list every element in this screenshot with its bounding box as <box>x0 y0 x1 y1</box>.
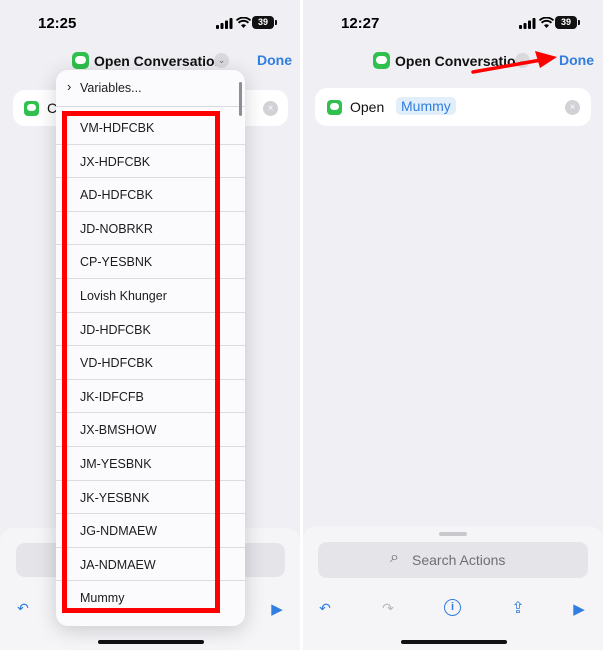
contact-item[interactable]: JG-NDMAEW <box>56 514 245 548</box>
home-indicator <box>401 640 507 644</box>
contact-item[interactable]: JX-BMSHOW <box>56 413 245 447</box>
contact-item[interactable]: JA-NDMAEW <box>56 548 245 582</box>
open-conversation-action[interactable]: Open Mummy × <box>315 88 591 126</box>
contact-item[interactable]: Mummy <box>56 581 245 615</box>
home-indicator <box>98 640 204 644</box>
contact-item[interactable]: JM-YESBNK <box>56 447 245 481</box>
clear-icon[interactable]: × <box>565 100 580 115</box>
status-time: 12:27 <box>341 15 380 32</box>
status-time: 12:25 <box>38 15 77 32</box>
info-icon[interactable]: i <box>444 599 461 616</box>
play-icon[interactable]: ▶ <box>570 600 588 618</box>
contact-item[interactable]: JK-YESBNK <box>56 481 245 515</box>
clear-icon[interactable]: × <box>263 101 278 116</box>
done-button[interactable]: Done <box>559 52 594 68</box>
contact-item[interactable]: VM-HDFCBK <box>56 111 245 145</box>
variables-row[interactable]: › Variables... <box>56 70 245 107</box>
title-chevron-icon[interactable]: ⌄ <box>214 53 229 68</box>
contact-item[interactable]: Lovish Khunger <box>56 279 245 313</box>
action-title[interactable]: Open Conversation <box>94 53 223 69</box>
search-icon: ⌕ <box>390 549 399 566</box>
contact-item[interactable]: AD-HDFCBK <box>56 178 245 212</box>
variables-label: Variables... <box>80 81 142 95</box>
done-button[interactable]: Done <box>257 52 292 68</box>
sheet-grabber[interactable] <box>439 532 467 536</box>
status-bar: 12:27 39 <box>303 0 603 44</box>
contact-item[interactable]: CP-YESBNK <box>56 245 245 279</box>
left-screen: 12:25 39 Open Conversation ⌄ Done C × ↶ … <box>0 0 300 650</box>
status-bar: 12:25 39 <box>0 0 300 44</box>
contact-item[interactable]: JK-IDFCFB <box>56 380 245 414</box>
undo-icon[interactable]: ↶ <box>14 600 32 617</box>
share-icon[interactable]: ⇪ <box>509 598 527 618</box>
contact-variable-token[interactable]: Mummy <box>396 97 456 115</box>
action-verb: Open <box>350 99 385 115</box>
contact-item[interactable]: JD-NOBRKR <box>56 212 245 246</box>
cellular-signal-icon <box>216 18 233 29</box>
messages-icon <box>327 100 342 115</box>
contact-item[interactable]: VD-HDFCBK <box>56 346 245 380</box>
red-arrow-annotation <box>471 51 557 74</box>
cellular-signal-icon <box>519 18 536 29</box>
messages-app-icon <box>373 52 390 69</box>
right-screen: 12:27 39 Open Conversation ⌄ Done Open M… <box>303 0 603 650</box>
contact-item[interactable]: JD-HDFCBK <box>56 313 245 347</box>
battery-icon: 39 <box>555 16 580 29</box>
bottom-sheet: ⌕ Search Actions ↶ ↷ i ⇪ ▶ <box>303 526 603 650</box>
search-actions-field[interactable]: ⌕ Search Actions <box>318 542 588 578</box>
search-placeholder: Search Actions <box>412 552 506 568</box>
battery-icon: 39 <box>252 16 277 29</box>
chevron-right-icon: › <box>67 79 72 94</box>
play-icon[interactable]: ▶ <box>268 600 286 618</box>
messages-icon <box>24 101 39 116</box>
contact-item[interactable]: JX-HDFCBK <box>56 145 245 179</box>
wifi-icon <box>539 17 554 28</box>
wifi-icon <box>236 17 251 28</box>
undo-icon[interactable]: ↶ <box>316 600 334 617</box>
messages-app-icon <box>72 52 89 69</box>
contact-list: VM-HDFCBK JX-HDFCBK AD-HDFCBK JD-NOBRKR CP-Y… <box>56 111 245 615</box>
redo-icon[interactable]: ↷ <box>379 600 397 617</box>
contact-picker-dropdown: › Variables... VM-HDFCBK JX-HDFCBK AD-HDFC… <box>56 70 245 626</box>
